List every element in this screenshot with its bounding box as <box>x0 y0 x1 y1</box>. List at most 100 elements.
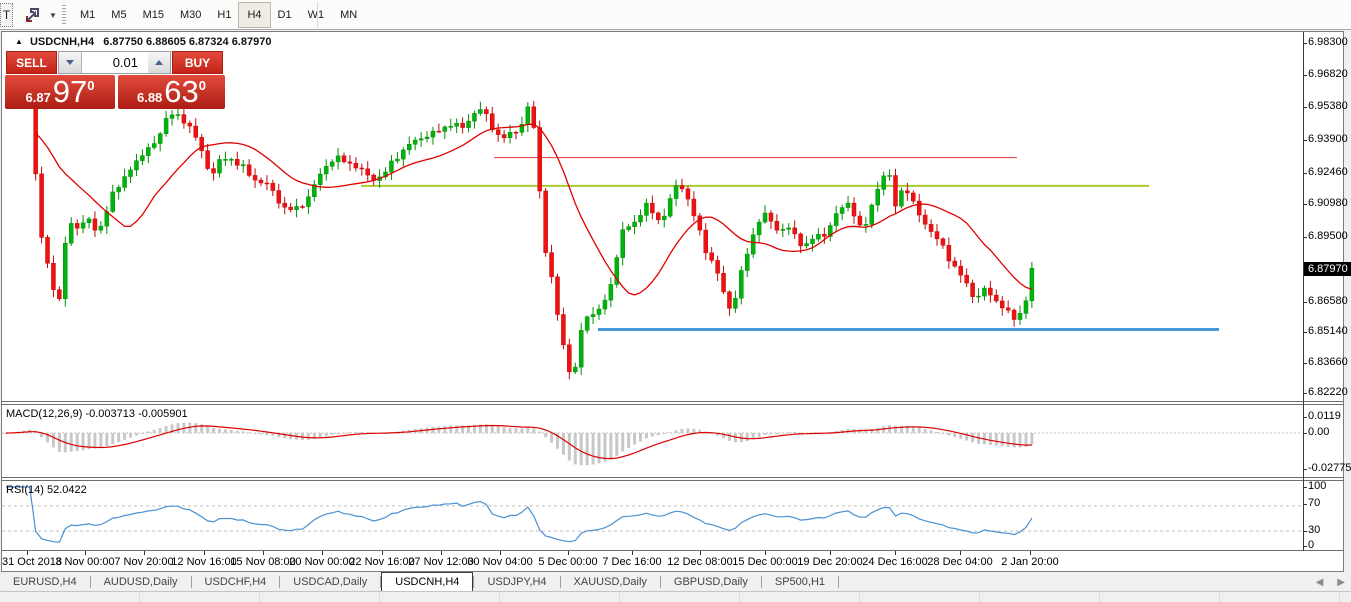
timeframe-m30[interactable]: M30 <box>172 3 209 27</box>
triangle-down-icon <box>66 60 74 65</box>
top-toolbar: T ▼ M1M5M15M30H1H4D1W1MN <box>0 0 1351 30</box>
tab-sp500-h1[interactable]: SP500,H1 <box>762 572 838 591</box>
volume-increase-button[interactable] <box>148 52 170 73</box>
tab-usdjpy-h4[interactable]: USDJPY,H4 <box>474 572 559 591</box>
price-axis-label: 6.90980 <box>1308 197 1348 209</box>
timeframe-w1[interactable]: W1 <box>300 3 333 27</box>
text-tool-button[interactable]: T <box>0 3 13 27</box>
chart-tab-bar: EURUSD,H4AUDUSD,DailyUSDCHF,H4USDCAD,Dai… <box>0 572 1351 592</box>
chevron-down-icon[interactable]: ▼ <box>47 4 59 26</box>
volume-decrease-button[interactable] <box>59 52 81 73</box>
rsi-line <box>6 487 1032 542</box>
macd-axis-label: -0.027754 <box>1308 462 1351 474</box>
tab-usdchf-h4[interactable]: USDCHF,H4 <box>192 572 280 591</box>
time-axis-label: 15 Dec 00:00 <box>732 556 797 568</box>
macd-axis-tick <box>1303 469 1307 470</box>
tab-separator <box>838 576 839 588</box>
time-axis-tick <box>960 551 961 555</box>
chart-title: ▲ USDCNH,H4 6.87750 6.88605 6.87324 6.87… <box>15 36 271 48</box>
timeframe-mn[interactable]: MN <box>332 3 365 27</box>
price-axis-label: 6.98300 <box>1308 36 1348 48</box>
tab-scroll-right-icon[interactable]: ▶ <box>1337 577 1345 588</box>
time-axis-label: 5 Dec 00:00 <box>538 556 597 568</box>
panel-separator[interactable] <box>1 477 1344 478</box>
symbol-marker-icon: ▲ <box>15 37 23 46</box>
tab-audusd-daily[interactable]: AUDUSD,Daily <box>91 572 191 591</box>
macd-axis-tick <box>1303 433 1307 434</box>
timeframe-m15[interactable]: M15 <box>135 3 172 27</box>
time-axis-tick <box>382 551 383 555</box>
sell-price-sup: 0 <box>87 78 94 93</box>
price-axis-label: 6.83660 <box>1308 356 1348 368</box>
timeframe-d1[interactable]: D1 <box>270 3 300 27</box>
tab-usdcad-daily[interactable]: USDCAD,Daily <box>280 572 380 591</box>
buy-price-small: 6.88 <box>137 90 162 105</box>
diagonal-arrows-glyph <box>24 7 42 23</box>
panel-separator[interactable] <box>1 401 1344 402</box>
timeframe-h1[interactable]: H1 <box>209 3 239 27</box>
price-axis-tick <box>1303 302 1307 303</box>
macd-indicator-area[interactable] <box>2 404 1303 477</box>
time-axis-label: 7 Nov 20:00 <box>114 556 173 568</box>
time-axis-tick <box>895 551 896 555</box>
price-axis-tick <box>1303 363 1307 364</box>
time-axis-label: 19 Dec 20:00 <box>797 556 862 568</box>
candlesticks <box>34 94 1034 379</box>
price-axis-tick <box>1303 393 1307 394</box>
tab-gbpusd-daily[interactable]: GBPUSD,Daily <box>661 572 761 591</box>
time-axis-tick <box>700 551 701 555</box>
volume-stepper <box>58 51 171 74</box>
price-axis-label: 6.86580 <box>1308 295 1348 307</box>
panel-separator <box>1 550 1344 551</box>
macd-label: MACD(12,26,9) -0.003713 -0.005901 <box>6 408 188 420</box>
tab-eurusd-h4[interactable]: EURUSD,H4 <box>0 572 90 591</box>
price-axis-tick <box>1303 204 1307 205</box>
time-axis-label: 27 Nov 12:00 <box>408 556 473 568</box>
price-axis-label: 6.95380 <box>1308 100 1348 112</box>
price-axis-tick <box>1303 75 1307 76</box>
time-axis-tick <box>263 551 264 555</box>
buy-price-big: 63 <box>164 77 198 107</box>
toolbar-grip[interactable] <box>62 5 66 25</box>
price-axis-tick <box>1303 107 1307 108</box>
volume-input[interactable] <box>81 52 148 73</box>
diagonal-arrows-icon[interactable] <box>20 4 46 26</box>
time-axis-tick <box>85 551 86 555</box>
time-axis-label: 2 Jan 20:00 <box>1001 556 1059 568</box>
sell-price-big: 97 <box>53 77 87 107</box>
time-axis-tick <box>568 551 569 555</box>
time-axis-label: 3 Nov 00:00 <box>55 556 114 568</box>
time-axis-tick <box>204 551 205 555</box>
tab-scroll-left-icon[interactable]: ◀ <box>1316 577 1324 588</box>
rsi-axis-label: 0 <box>1308 539 1314 551</box>
time-axis-tick <box>441 551 442 555</box>
buy-button[interactable]: BUY <box>172 51 223 74</box>
tab-usdcnh-h4[interactable]: USDCNH,H4 <box>381 572 473 591</box>
price-axis-tick <box>1303 237 1307 238</box>
time-axis-tick <box>632 551 633 555</box>
time-axis-label: 15 Nov 08:00 <box>230 556 295 568</box>
timeframe-m1[interactable]: M1 <box>72 3 103 27</box>
macd-axis-label: 0.0119 <box>1308 410 1341 422</box>
current-price-label: 6.87970 <box>1304 262 1351 276</box>
timeframe-h4[interactable]: H4 <box>239 3 269 27</box>
timeframe-m5[interactable]: M5 <box>103 3 134 27</box>
price-axis-label: 6.89500 <box>1308 230 1348 242</box>
rsi-axis-label: 30 <box>1308 524 1320 536</box>
rsi-axis-tick <box>1303 531 1307 532</box>
chart-symbol-label: USDCNH,H4 <box>30 36 94 48</box>
time-axis-tick <box>500 551 501 555</box>
price-axis-tick <box>1303 43 1307 44</box>
macd-axis-tick <box>1303 417 1307 418</box>
moving-average-line[interactable] <box>36 124 1032 295</box>
buy-price-box[interactable]: 6.88 63 0 <box>118 75 225 109</box>
rsi-axis-tick <box>1303 504 1307 505</box>
tab-xauusd-daily[interactable]: XAUUSD,Daily <box>561 572 660 591</box>
price-axis-label: 6.82220 <box>1308 386 1348 398</box>
rsi-indicator-area[interactable] <box>2 480 1303 550</box>
price-axis-tick <box>1303 332 1307 333</box>
sell-button[interactable]: SELL <box>6 51 57 74</box>
time-axis-label: 7 Dec 16:00 <box>602 556 661 568</box>
sell-price-box[interactable]: 6.87 97 0 <box>5 75 115 109</box>
triangle-up-icon <box>155 60 163 65</box>
